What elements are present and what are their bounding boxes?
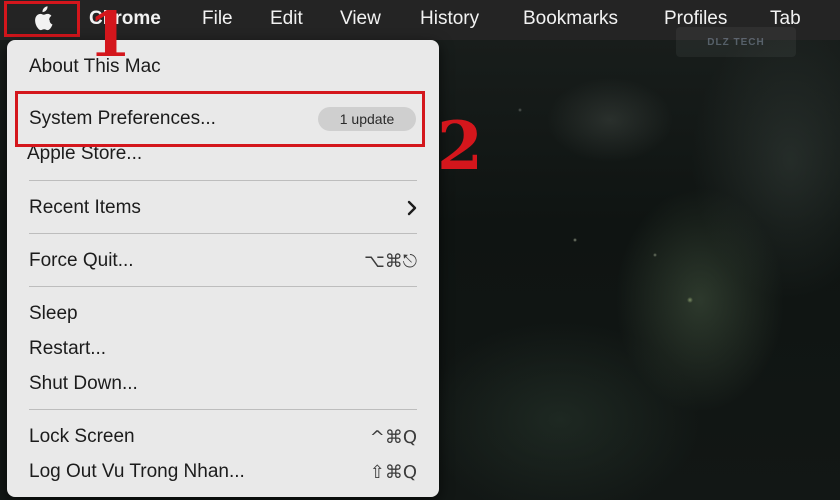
menu-separator <box>29 286 417 287</box>
step-1-label: 1 <box>88 0 132 71</box>
menu-item-label: Restart... <box>29 338 107 359</box>
menu-separator <box>29 180 417 181</box>
lock-screen-shortcut: ^⌘Q <box>369 426 417 448</box>
menu-item-label: Log Out Vu Trong Nhan... <box>29 461 245 482</box>
log-out-shortcut: ⇧⌘Q <box>369 461 417 483</box>
menu-item-about-this-mac[interactable]: About This Mac <box>7 51 439 83</box>
menu-item-restart[interactable]: Restart... <box>7 333 439 365</box>
menu-item-label: Recent Items <box>29 197 141 218</box>
menu-history[interactable]: History <box>420 8 479 30</box>
menu-item-recent-items[interactable]: Recent Items <box>7 192 439 224</box>
chevron-right-icon <box>407 200 417 216</box>
step-2-label: 2 <box>437 107 483 185</box>
menu-item-label: Lock Screen <box>29 426 135 447</box>
watermark-logo: DLZ TECH <box>676 27 796 57</box>
apple-logo-icon <box>35 6 53 31</box>
menu-item-label: Force Quit... <box>29 250 134 271</box>
menu-item-label: Shut Down... <box>29 373 138 394</box>
menu-separator <box>29 233 417 234</box>
force-quit-shortcut: ⌥⌘⎋ <box>364 250 417 272</box>
system-preferences-highlight <box>15 91 425 147</box>
menu-view[interactable]: View <box>340 8 381 30</box>
menu-item-sleep[interactable]: Sleep <box>7 298 439 330</box>
menu-item-shut-down[interactable]: Shut Down... <box>7 368 439 400</box>
menu-item-force-quit[interactable]: Force Quit... ⌥⌘⎋ <box>7 245 439 277</box>
menu-separator <box>29 409 417 410</box>
menu-item-log-out[interactable]: Log Out Vu Trong Nhan... ⇧⌘Q <box>7 456 439 488</box>
menu-bookmarks[interactable]: Bookmarks <box>523 8 618 30</box>
menu-edit[interactable]: Edit <box>270 8 303 30</box>
menu-item-label: Sleep <box>29 303 78 324</box>
menu-item-lock-screen[interactable]: Lock Screen ^⌘Q <box>7 421 439 453</box>
apple-menu-button[interactable] <box>4 1 80 37</box>
menu-file[interactable]: File <box>202 8 233 30</box>
